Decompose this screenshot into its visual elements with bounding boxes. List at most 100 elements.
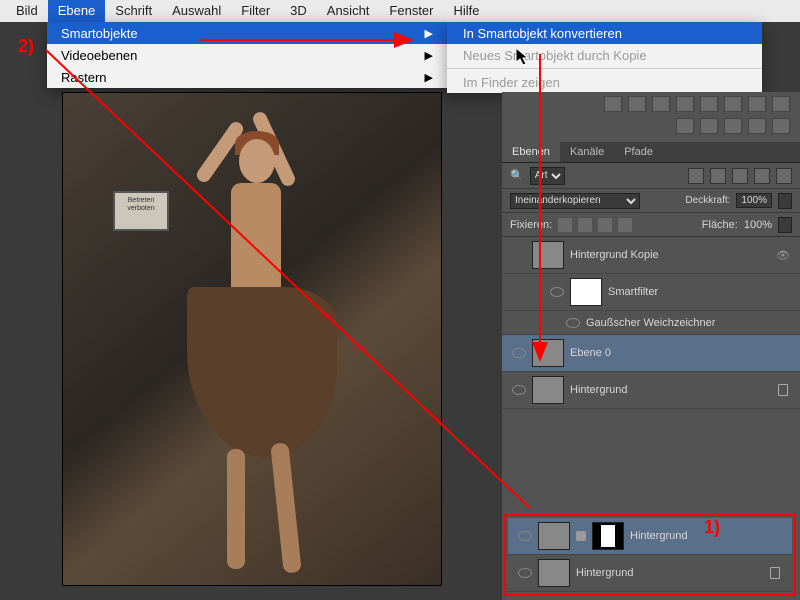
menu-bild[interactable]: Bild (6, 0, 48, 22)
submenu-arrow-icon: ▶ (425, 27, 433, 40)
panel-icon[interactable] (628, 96, 646, 112)
blend-opacity-row: Ineinanderkopieren Deckkraft: 100% (502, 189, 800, 213)
menu-schrift[interactable]: Schrift (105, 0, 162, 22)
layer-row-selected[interactable]: Ebene 0 (502, 335, 800, 372)
panel-icon[interactable] (724, 96, 742, 112)
submenu-arrow-icon: ▶ (425, 49, 433, 62)
layer-thumb[interactable] (532, 376, 564, 404)
panel-icon[interactable] (772, 96, 790, 112)
panel-icon[interactable] (604, 96, 622, 112)
layer-row[interactable]: Hintergrund Kopie 👁 (502, 237, 800, 274)
menuitem-smartobjekte[interactable]: Smartobjekte ▶ (47, 22, 447, 44)
tab-channels[interactable]: Kanäle (560, 142, 614, 162)
panel-icon[interactable] (724, 118, 742, 134)
layer-thumb[interactable] (532, 241, 564, 269)
eye-icon: 👁 (776, 249, 790, 262)
lock-transparent-icon[interactable] (558, 218, 572, 232)
menuitem-label: Smartobjekte (61, 26, 138, 41)
tab-paths[interactable]: Pfade (614, 142, 663, 162)
lock-pixels-icon[interactable] (578, 218, 592, 232)
visibility-toggle[interactable] (512, 348, 526, 358)
layer-name: Hintergrund Kopie (570, 249, 659, 261)
layer-name: Gaußscher Weichzeichner (586, 317, 715, 329)
menuitem-videoebenen[interactable]: Videoebenen ▶ (47, 44, 447, 66)
menuitem-label: Neues Smartobjekt durch Kopie (463, 48, 647, 63)
menuitem-convert-smartobject[interactable]: In Smartobjekt konvertieren (447, 22, 762, 44)
filter-smart-icon[interactable] (776, 168, 792, 184)
visibility-toggle[interactable] (550, 287, 564, 297)
panels-area: Ebenen Kanäle Pfade 🔍 Art Ineinanderkopi… (502, 92, 800, 600)
menu-fenster[interactable]: Fenster (379, 0, 443, 22)
filter-image-icon[interactable] (688, 168, 704, 184)
fill-dropdown-icon[interactable] (778, 217, 792, 233)
panel-icon[interactable] (748, 96, 766, 112)
submenu-smartobjekte: In Smartobjekt konvertieren Neues Smarto… (447, 22, 762, 93)
layer-row[interactable]: Hintergrund (502, 372, 800, 409)
lock-all-icon[interactable] (618, 218, 632, 232)
menuitem-label: In Smartobjekt konvertieren (463, 26, 622, 41)
filter-adjust-icon[interactable] (710, 168, 726, 184)
dropdown-ebene: Smartobjekte ▶ Videoebenen ▶ Rastern ▶ (47, 22, 447, 88)
menu-auswahl[interactable]: Auswahl (162, 0, 231, 22)
layer-thumb[interactable] (532, 339, 564, 367)
menubar: Bild Ebene Schrift Auswahl Filter 3D Ans… (0, 0, 800, 22)
layer-thumb[interactable] (538, 522, 570, 550)
submenu-arrow-icon: ▶ (425, 71, 433, 84)
figure-person (181, 99, 351, 579)
menuitem-rastern[interactable]: Rastern ▶ (47, 66, 447, 88)
menu-3d[interactable]: 3D (280, 0, 317, 22)
annotation-1: 1) (704, 517, 720, 538)
panel-icon[interactable] (652, 96, 670, 112)
link-icon[interactable] (576, 531, 586, 541)
menuitem-show-in-finder: Im Finder zeigen (447, 71, 762, 93)
opacity-value[interactable]: 100% (736, 193, 772, 208)
layer-row[interactable]: Smartfilter (502, 274, 800, 311)
panel-icon[interactable] (748, 118, 766, 134)
filter-shape-icon[interactable] (754, 168, 770, 184)
panel-icon[interactable] (772, 118, 790, 134)
panel-icon[interactable] (676, 96, 694, 112)
panel-icon[interactable] (700, 96, 718, 112)
menuitem-label: Rastern (61, 70, 107, 85)
filter-kind-select[interactable]: Art (530, 167, 565, 185)
layer-thumb[interactable] (538, 559, 570, 587)
layer-row-selected[interactable]: Hintergrund (508, 518, 792, 555)
panel-icon[interactable] (676, 118, 694, 134)
lock-fill-row: Fixieren: Fläche: 100% (502, 213, 800, 237)
menu-hilfe[interactable]: Hilfe (444, 0, 490, 22)
filter-type-icon[interactable] (732, 168, 748, 184)
sign-betreten-verboten: Betreten verboten (113, 191, 169, 231)
visibility-toggle[interactable] (566, 318, 580, 328)
document-canvas[interactable]: Betreten verboten (62, 92, 442, 586)
layer-row[interactable]: Hintergrund (508, 555, 792, 592)
layer-filter-bar: 🔍 Art (502, 163, 800, 189)
layer-mask-thumb[interactable] (592, 522, 624, 550)
fill-label: Fläche: (702, 219, 738, 231)
menu-ebene[interactable]: Ebene (48, 0, 106, 22)
visibility-toggle[interactable] (518, 568, 532, 578)
panel-tabs: Ebenen Kanäle Pfade (502, 142, 800, 163)
menu-ansicht[interactable]: Ansicht (317, 0, 380, 22)
layer-name: Smartfilter (608, 286, 658, 298)
tab-layers[interactable]: Ebenen (502, 142, 560, 162)
layer-thumb[interactable] (570, 278, 602, 306)
layer-name: Hintergrund (570, 384, 627, 396)
lock-position-icon[interactable] (598, 218, 612, 232)
menuitem-new-smartobject-copy: Neues Smartobjekt durch Kopie (447, 44, 762, 66)
opacity-dropdown-icon[interactable] (778, 193, 792, 209)
fill-value[interactable]: 100% (744, 219, 772, 231)
search-icon: 🔍 (510, 169, 524, 182)
visibility-toggle[interactable] (518, 531, 532, 541)
lock-label: Fixieren: (510, 219, 552, 231)
layer-name: Ebene 0 (570, 347, 611, 359)
panel-icon[interactable] (700, 118, 718, 134)
menuitem-label: Videoebenen (61, 48, 137, 63)
layer-name: Hintergrund (630, 530, 687, 542)
visibility-toggle[interactable] (512, 385, 526, 395)
layer-name: Hintergrund (576, 567, 633, 579)
lock-icon (770, 567, 780, 579)
menu-filter[interactable]: Filter (231, 0, 280, 22)
layer-row[interactable]: Gaußscher Weichzeichner (502, 311, 800, 335)
blend-mode-select[interactable]: Ineinanderkopieren (510, 193, 640, 209)
opacity-label: Deckkraft: (685, 195, 730, 206)
